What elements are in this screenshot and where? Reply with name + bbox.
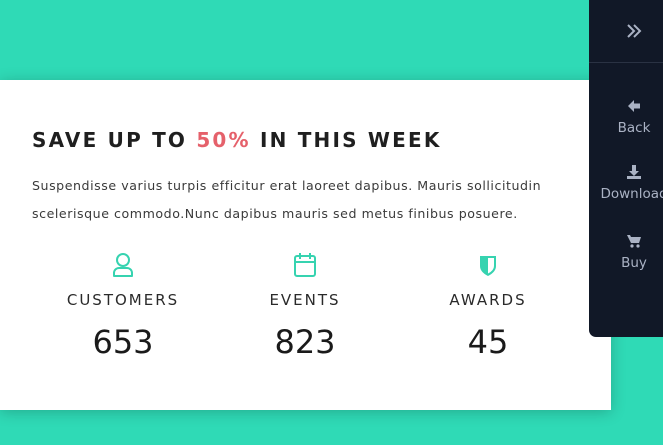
stat-label: AWARDS [449,291,527,309]
stat-value: 653 [92,323,154,361]
headline-suffix: IN THIS WEEK [250,128,442,152]
promo-headline: SAVE UP TO 50% IN THIS WEEK [32,128,442,152]
sidebar-item-label: Download [600,186,663,202]
sidebar-toggle-button[interactable] [589,0,663,63]
headline-prefix: SAVE UP TO [32,128,197,152]
sidebar-item-label: Buy [621,255,647,271]
cart-icon [589,233,663,251]
headline-highlight: 50% [196,128,251,152]
stat-events: EVENTS 823 [205,252,405,361]
double-chevron-right-icon [627,24,642,38]
promo-description: Suspendisse varius turpis efficitur erat… [32,178,542,221]
stat-value: 823 [274,323,336,361]
calendar-icon [205,252,405,282]
arrow-left-icon [589,98,663,116]
sidebar-item-back[interactable]: Back [589,98,663,136]
stat-awards: AWARDS 45 [388,252,588,361]
shield-icon [388,252,588,282]
stat-customers: CUSTOMERS 653 [23,252,223,361]
stat-label: CUSTOMERS [66,291,180,309]
sidebar-panel: Back Download Buy [589,0,663,337]
sidebar-item-buy[interactable]: Buy [589,233,663,271]
stat-value: 45 [467,323,509,361]
stat-label: EVENTS [269,291,341,309]
download-icon [589,164,663,182]
user-icon [23,252,223,282]
sidebar-item-download[interactable]: Download [589,164,663,202]
sidebar-item-label: Back [617,120,651,136]
